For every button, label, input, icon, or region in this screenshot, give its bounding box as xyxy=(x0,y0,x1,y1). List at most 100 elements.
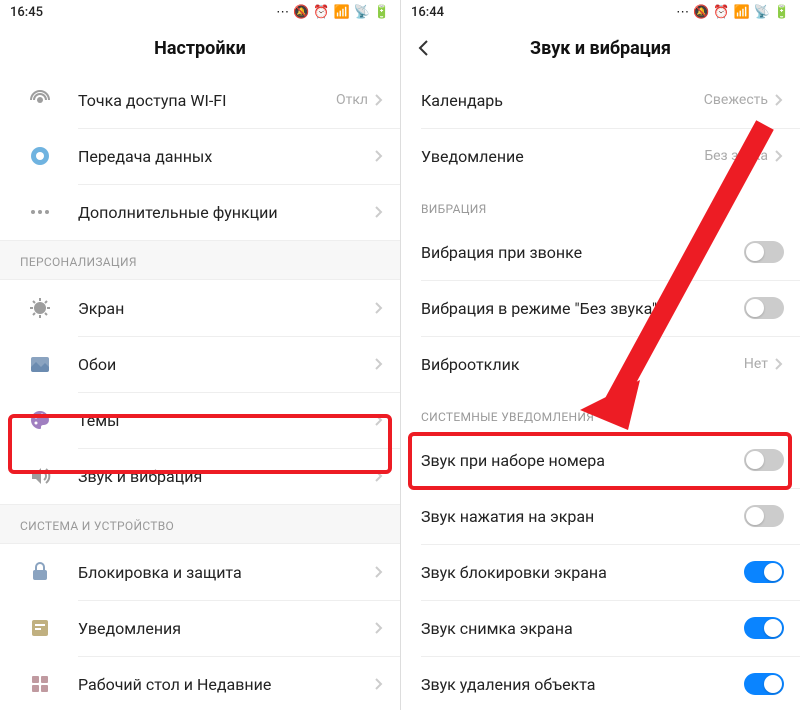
row-label: Рабочий стол и Недавние xyxy=(78,675,374,694)
display-icon xyxy=(20,288,60,328)
row-wallpaper[interactable]: Обои xyxy=(0,336,400,392)
row-label: Блокировка и защита xyxy=(78,563,374,582)
notifications-icon xyxy=(20,608,60,648)
row-label: Звук нажатия на экран xyxy=(421,507,744,526)
toggle-tap-sound[interactable] xyxy=(744,505,784,527)
chevron-right-icon xyxy=(774,357,784,371)
settings-list[interactable]: Точка доступа WI-FI Откл Передача данных… xyxy=(0,72,400,710)
row-delete-sound[interactable]: Звук удаления объекта xyxy=(401,656,800,710)
row-lock[interactable]: Блокировка и защита xyxy=(0,544,400,600)
mute-icon: 🔕 xyxy=(293,5,309,20)
more-icon: ⋯ xyxy=(676,5,689,20)
toggle-screenshot-sound[interactable] xyxy=(744,617,784,639)
chevron-right-icon xyxy=(374,621,384,635)
alarm-icon: ⏰ xyxy=(713,5,729,20)
row-data[interactable]: Передача данных xyxy=(0,128,400,184)
row-label: Звук блокировки экрана xyxy=(421,563,744,582)
row-extra[interactable]: Дополнительные функции xyxy=(0,184,400,240)
row-value: Без звука xyxy=(704,148,768,164)
row-label: Виброотклик xyxy=(421,355,744,374)
row-calendar[interactable]: Календарь Свежесть xyxy=(401,72,800,128)
toggle-delete-sound[interactable] xyxy=(744,673,784,695)
row-value: Нет xyxy=(744,356,768,372)
chevron-right-icon xyxy=(374,301,384,315)
row-vibrate-silent[interactable]: Вибрация в режиме "Без звука" xyxy=(401,280,800,336)
row-label: Передача данных xyxy=(78,147,374,166)
signal-icon: 📶 xyxy=(333,5,349,20)
row-label: Звук при наборе номера xyxy=(421,451,744,470)
data-icon xyxy=(20,136,60,176)
row-launcher[interactable]: Рабочий стол и Недавние xyxy=(0,656,400,710)
section-system: СИСТЕМА И УСТРОЙСТВО xyxy=(0,504,400,544)
sound-icon xyxy=(20,456,60,496)
hotspot-icon xyxy=(20,80,60,120)
more-icon: ⋯ xyxy=(276,5,289,20)
row-label: Экран xyxy=(78,299,374,318)
status-icons: ⋯ 🔕 ⏰ 📶 📡 🔋 xyxy=(276,5,390,20)
row-sound[interactable]: Звук и вибрация xyxy=(0,448,400,504)
signal-icon: 📶 xyxy=(733,5,749,20)
row-haptic[interactable]: Виброотклик Нет xyxy=(401,336,800,392)
appbar: Звук и вибрация xyxy=(401,24,800,72)
chevron-right-icon xyxy=(374,93,384,107)
row-label: Обои xyxy=(78,355,374,374)
status-time: 16:45 xyxy=(10,5,43,20)
wifi-icon: 📡 xyxy=(354,5,370,20)
toggle-vibrate-silent[interactable] xyxy=(744,297,784,319)
toggle-dial-sound[interactable] xyxy=(744,449,784,471)
toggle-lock-sound[interactable] xyxy=(744,561,784,583)
row-label: Звук удаления объекта xyxy=(421,675,744,694)
chevron-right-icon xyxy=(374,677,384,691)
row-label: Темы xyxy=(78,411,374,430)
row-label: Звук и вибрация xyxy=(78,467,374,486)
status-icons: ⋯ 🔕 ⏰ 📶 📡 🔋 xyxy=(676,5,790,20)
row-tap-sound[interactable]: Звук нажатия на экран xyxy=(401,488,800,544)
sound-list[interactable]: Календарь Свежесть Уведомление Без звука… xyxy=(401,72,800,710)
battery-icon: 🔋 xyxy=(774,5,790,20)
phone-right-sound: 16:44 ⋯ 🔕 ⏰ 📶 📡 🔋 Звук и вибрация Календ… xyxy=(400,0,800,710)
row-label: Вибрация в режиме "Без звука" xyxy=(421,299,744,318)
wifi-icon: 📡 xyxy=(754,5,770,20)
row-label: Звук снимка экрана xyxy=(421,619,744,638)
launcher-icon xyxy=(20,664,60,704)
row-themes[interactable]: Темы xyxy=(0,392,400,448)
phone-left-settings: 16:45 ⋯ 🔕 ⏰ 📶 📡 🔋 Настройки Точка доступ… xyxy=(0,0,400,710)
row-notification-sound[interactable]: Уведомление Без звука xyxy=(401,128,800,184)
page-title: Звук и вибрация xyxy=(530,38,671,59)
wallpaper-icon xyxy=(20,344,60,384)
row-screenshot-sound[interactable]: Звук снимка экрана xyxy=(401,600,800,656)
row-hotspot[interactable]: Точка доступа WI-FI Откл xyxy=(0,72,400,128)
row-notifications[interactable]: Уведомления xyxy=(0,600,400,656)
status-bar: 16:45 ⋯ 🔕 ⏰ 📶 📡 🔋 xyxy=(0,0,400,24)
status-bar: 16:44 ⋯ 🔕 ⏰ 📶 📡 🔋 xyxy=(401,0,800,24)
row-label: Точка доступа WI-FI xyxy=(78,91,336,110)
alarm-icon: ⏰ xyxy=(313,5,329,20)
toggle-vibrate-call[interactable] xyxy=(744,241,784,263)
chevron-right-icon xyxy=(374,469,384,483)
section-personalization: ПЕРСОНАЛИЗАЦИЯ xyxy=(0,240,400,280)
mute-icon: 🔕 xyxy=(693,5,709,20)
row-display[interactable]: Экран xyxy=(0,280,400,336)
appbar: Настройки xyxy=(0,24,400,72)
row-vibrate-call[interactable]: Вибрация при звонке xyxy=(401,224,800,280)
row-label: Дополнительные функции xyxy=(78,203,374,222)
row-value: Свежесть xyxy=(704,92,768,108)
page-title: Настройки xyxy=(154,38,246,59)
chevron-right-icon xyxy=(774,93,784,107)
chevron-right-icon xyxy=(374,357,384,371)
row-lock-sound[interactable]: Звук блокировки экрана xyxy=(401,544,800,600)
chevron-right-icon xyxy=(374,205,384,219)
back-button[interactable] xyxy=(413,38,433,58)
section-vibration: ВИБРАЦИЯ xyxy=(401,184,800,224)
row-label: Уведомления xyxy=(78,619,374,638)
extra-icon xyxy=(20,192,60,232)
section-system-notif: СИСТЕМНЫЕ УВЕДОМЛЕНИЯ xyxy=(401,392,800,432)
chevron-right-icon xyxy=(374,565,384,579)
status-time: 16:44 xyxy=(411,5,444,20)
row-label: Уведомление xyxy=(421,147,704,166)
battery-icon: 🔋 xyxy=(374,5,390,20)
lock-icon xyxy=(20,552,60,592)
chevron-right-icon xyxy=(774,149,784,163)
chevron-right-icon xyxy=(374,413,384,427)
row-dial-sound[interactable]: Звук при наборе номера xyxy=(401,432,800,488)
